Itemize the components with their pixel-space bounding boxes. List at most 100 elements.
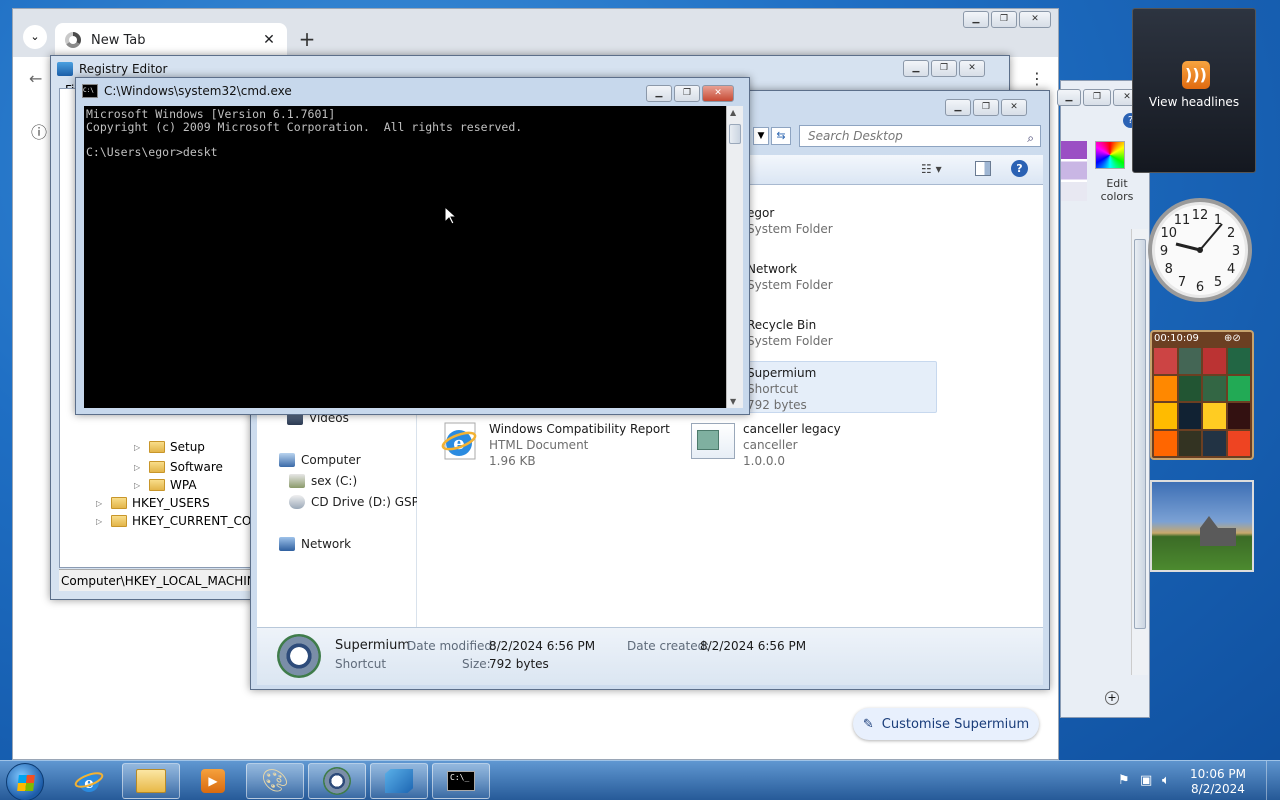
file-item-network[interactable]: Network System Folder <box>747 261 833 293</box>
tab-close-icon[interactable]: ✕ <box>261 32 277 48</box>
file-item-recycle-bin[interactable]: Recycle Bin System Folder <box>747 317 833 349</box>
file-name: canceller legacy <box>743 422 841 436</box>
file-item-windows-compatibility-report[interactable]: Windows Compatibility Report HTML Docume… <box>489 421 670 469</box>
maximize-button[interactable]: ❐ <box>991 11 1017 28</box>
clock-gadget[interactable]: 12 1 2 3 4 5 6 7 8 9 10 11 <box>1146 188 1254 312</box>
view-options-icon[interactable]: ☷ ▾ <box>921 162 942 176</box>
file-item-canceller-legacy[interactable]: canceller legacy canceller 1.0.0.0 <box>743 421 841 469</box>
puzzle-controls-icon[interactable]: ⊕⊘ <box>1224 333 1241 344</box>
puzzle-grid[interactable] <box>1154 348 1250 456</box>
preview-pane-icon[interactable] <box>975 161 991 176</box>
taskbar-ie-button[interactable]: e <box>60 763 118 799</box>
search-placeholder: Search Desktop <box>808 129 903 143</box>
taskbar-supermium-button[interactable] <box>308 763 366 799</box>
scrollbar-thumb[interactable] <box>1134 239 1146 629</box>
tab-search-icon[interactable]: ⌄ <box>23 25 47 49</box>
minimize-button[interactable]: ▁ <box>903 60 929 77</box>
media-player-icon: ▶ <box>201 769 225 793</box>
maximize-button[interactable]: ❐ <box>931 60 957 77</box>
new-tab-button[interactable]: + <box>295 27 319 51</box>
view-headlines-label[interactable]: View headlines <box>1133 95 1255 109</box>
system-tray: ⚑ ▣ 🔈︎ 10:06 PM 8/2/2024 <box>1110 761 1280 800</box>
start-button[interactable] <box>6 763 44 800</box>
close-button[interactable]: ✕ <box>1001 99 1027 116</box>
console-output[interactable]: Microsoft Windows [Version 6.1.7601] Copy… <box>84 106 726 408</box>
slideshow-gadget[interactable] <box>1150 480 1254 572</box>
scroll-up-icon[interactable]: ▲ <box>730 108 736 117</box>
expand-arrow-icon[interactable]: ▷ <box>134 443 144 452</box>
refresh-icon[interactable]: ⇆ <box>771 127 791 145</box>
maximize-button[interactable]: ❐ <box>674 85 700 102</box>
edit-colors-label[interactable]: Edit colors <box>1095 177 1139 203</box>
file-item-supermium[interactable]: Supermium Shortcut 792 bytes <box>747 365 816 413</box>
nav-item-drive-d[interactable]: CD Drive (D:) GSP1R <box>289 495 435 509</box>
expand-arrow-icon[interactable]: ▷ <box>134 463 144 472</box>
nav-item-computer[interactable]: Computer <box>279 453 361 467</box>
file-item-egor[interactable]: egor System Folder <box>747 205 833 237</box>
folder-icon <box>111 497 127 509</box>
tab-new-tab[interactable]: New Tab ✕ <box>55 23 287 57</box>
scrollbar-thumb[interactable] <box>729 124 741 144</box>
console-scrollbar[interactable]: ▲ ▼ <box>726 106 743 408</box>
computer-icon <box>279 453 295 467</box>
expand-arrow-icon[interactable]: ▷ <box>96 517 106 526</box>
show-desktop-button[interactable] <box>1266 761 1280 800</box>
minimize-button[interactable]: ▁ <box>1057 89 1081 106</box>
tab-strip: ⌄ New Tab ✕ + ▁ ❐ ✕ <box>13 9 1058 57</box>
back-icon[interactable]: ← <box>29 69 42 88</box>
network-icon <box>279 537 295 551</box>
tree-node-hkey-users[interactable]: ▷ HKEY_USERS <box>96 496 210 510</box>
taskbar-cmd-button[interactable]: C:\_ <box>432 763 490 799</box>
expand-arrow-icon[interactable]: ▷ <box>134 481 144 490</box>
network-tray-icon[interactable]: ▣ <box>1140 773 1152 788</box>
info-icon[interactable]: ⓘ <box>31 119 47 143</box>
dropdown-arrow-icon[interactable]: ▼ <box>753 127 769 145</box>
file-type: System Folder <box>747 278 833 292</box>
close-button[interactable]: ✕ <box>702 85 734 102</box>
clock-area[interactable]: 10:06 PM 8/2/2024 <box>1190 767 1246 797</box>
search-input[interactable]: Search Desktop ⌕ <box>799 125 1041 147</box>
tree-node-label: HKEY_USERS <box>132 496 210 510</box>
clock-time: 10:06 PM <box>1190 767 1246 781</box>
search-icon[interactable]: ⌕ <box>1027 128 1034 148</box>
cmd-icon: C:\ <box>82 84 98 98</box>
console-line: Microsoft Windows [Version 6.1.7601] <box>86 107 336 121</box>
minimize-button[interactable]: ▁ <box>963 11 989 28</box>
tree-node-setup[interactable]: ▷ Setup <box>134 440 205 454</box>
clock-number: 7 <box>1178 275 1186 290</box>
expand-arrow-icon[interactable]: ▷ <box>96 499 106 508</box>
maximize-button[interactable]: ❐ <box>973 99 999 116</box>
nav-item-drive-c[interactable]: sex (C:) <box>289 474 357 488</box>
file-version: 1.0.0.0 <box>743 454 785 468</box>
nav-item-label: Computer <box>301 453 361 467</box>
file-type: canceller <box>743 438 798 452</box>
taskbar-regedit-button[interactable] <box>370 763 428 799</box>
file-name: Recycle Bin <box>747 318 817 332</box>
close-button[interactable]: ✕ <box>959 60 985 77</box>
taskbar-explorer-button[interactable] <box>122 763 180 799</box>
scroll-down-icon[interactable]: ▼ <box>730 397 736 406</box>
color-swatches[interactable] <box>1061 141 1087 201</box>
picture-puzzle-gadget[interactable]: 00:10:09 ⊕⊘ <box>1150 330 1254 460</box>
maximize-button[interactable]: ❐ <box>1083 89 1111 106</box>
tree-node-software[interactable]: ▷ Software <box>134 460 223 474</box>
zoom-in-icon[interactable]: + <box>1105 691 1119 705</box>
file-type: Shortcut <box>747 382 799 396</box>
menu-icon[interactable]: ⋮ <box>1029 69 1045 88</box>
help-icon[interactable]: ? <box>1011 160 1028 177</box>
rss-gadget[interactable]: ))) View headlines <box>1132 8 1256 173</box>
clock-number: 2 <box>1227 226 1235 241</box>
close-button[interactable]: ✕ <box>1019 11 1051 28</box>
nav-item-network[interactable]: Network <box>279 537 351 551</box>
taskbar-paint-button[interactable]: 🎨︎ <box>246 763 304 799</box>
minimize-button[interactable]: ▁ <box>646 85 672 102</box>
tree-node-wpa[interactable]: ▷ WPA <box>134 478 197 492</box>
color-window-controls: ▁ ❐ ✕ <box>1057 89 1141 106</box>
flag-icon[interactable]: ⚑ <box>1118 773 1130 788</box>
taskbar-media-player-button[interactable]: ▶ <box>184 763 242 799</box>
minimize-button[interactable]: ▁ <box>945 99 971 116</box>
edit-colors-icon[interactable] <box>1095 141 1125 169</box>
volume-muted-icon[interactable]: 🔈︎ <box>1162 773 1170 788</box>
customise-supermium-button[interactable]: ✎ Customise Supermium <box>853 708 1039 740</box>
